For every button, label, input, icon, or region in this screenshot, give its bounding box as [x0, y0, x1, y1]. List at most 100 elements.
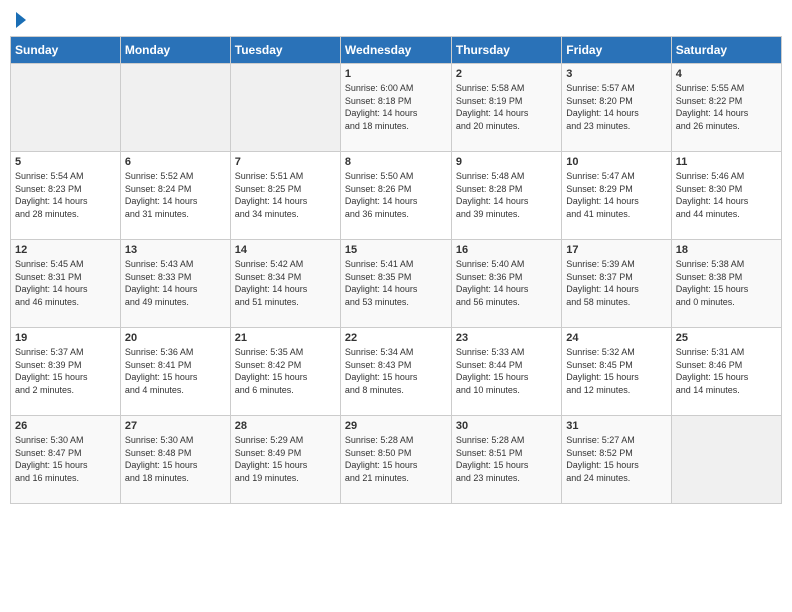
calendar-table: SundayMondayTuesdayWednesdayThursdayFrid…	[10, 36, 782, 504]
calendar-cell: 9Sunrise: 5:48 AM Sunset: 8:28 PM Daylig…	[451, 152, 561, 240]
day-number: 1	[345, 68, 447, 80]
day-info: Sunrise: 5:52 AM Sunset: 8:24 PM Dayligh…	[125, 170, 226, 220]
day-info: Sunrise: 5:30 AM Sunset: 8:47 PM Dayligh…	[15, 434, 116, 484]
calendar-cell: 22Sunrise: 5:34 AM Sunset: 8:43 PM Dayli…	[340, 328, 451, 416]
calendar-cell: 23 Sunrise: 5:33 AM Sunset: 8:44 PM Dayli…	[451, 328, 561, 416]
day-number: 10	[566, 156, 666, 168]
day-number: 20	[125, 332, 226, 344]
day-number: 18	[676, 244, 777, 256]
calendar-week-4: 19 Sunrise: 5:37 AM Sunset: 8:39 PM Dayli…	[11, 328, 782, 416]
calendar-week-5: 26Sunrise: 5:30 AM Sunset: 8:47 PM Dayli…	[11, 416, 782, 504]
day-header-monday: Monday	[120, 37, 230, 64]
day-number: 6	[125, 156, 226, 168]
calendar-cell: 17Sunrise: 5:39 AM Sunset: 8:37 PM Dayli…	[562, 240, 671, 328]
day-number: 5	[15, 156, 116, 168]
day-number: 13	[125, 244, 226, 256]
calendar-cell	[11, 64, 121, 152]
day-info: Sunrise: 5:42 AM Sunset: 8:34 PM Dayligh…	[235, 258, 336, 308]
calendar-cell	[230, 64, 340, 152]
calendar-cell: 12 Sunrise: 5:45 AM Sunset: 8:31 PM Dayli…	[11, 240, 121, 328]
calendar-cell: 26Sunrise: 5:30 AM Sunset: 8:47 PM Dayli…	[11, 416, 121, 504]
day-info: Sunrise: 5:46 AM Sunset: 8:30 PM Dayligh…	[676, 170, 777, 220]
day-info: Sunrise: 5:28 AM Sunset: 8:51 PM Dayligh…	[456, 434, 557, 484]
day-info: Sunrise: 5:58 AM Sunset: 8:19 PM Dayligh…	[456, 82, 557, 132]
day-info: Sunrise: 5:27 AM Sunset: 8:52 PM Dayligh…	[566, 434, 666, 484]
day-number: 30	[456, 420, 557, 432]
day-info: Sunrise: 5:40 AM Sunset: 8:36 PM Dayligh…	[456, 258, 557, 308]
calendar-week-1: 1 Sunrise: 6:00 AM Sunset: 8:18 PM Daylig…	[11, 64, 782, 152]
day-number: 14	[235, 244, 336, 256]
day-number: 28	[235, 420, 336, 432]
day-number: 19	[15, 332, 116, 344]
logo-arrow-icon	[16, 12, 26, 28]
day-number: 11	[676, 156, 777, 168]
day-number: 21	[235, 332, 336, 344]
calendar-cell: 4 Sunrise: 5:55 AM Sunset: 8:22 PM Daylig…	[671, 64, 781, 152]
calendar-cell: 7Sunrise: 5:51 AM Sunset: 8:25 PM Daylig…	[230, 152, 340, 240]
day-header-thursday: Thursday	[451, 37, 561, 64]
calendar-week-2: 5 Sunrise: 5:54 AM Sunset: 8:23 PM Daylig…	[11, 152, 782, 240]
day-header-saturday: Saturday	[671, 37, 781, 64]
calendar-cell: 16 Sunrise: 5:40 AM Sunset: 8:36 PM Dayli…	[451, 240, 561, 328]
day-info: Sunrise: 5:43 AM Sunset: 8:33 PM Dayligh…	[125, 258, 226, 308]
day-info: Sunrise: 6:00 AM Sunset: 8:18 PM Dayligh…	[345, 82, 447, 132]
calendar-cell: 18 Sunrise: 5:38 AM Sunset: 8:38 PM Dayli…	[671, 240, 781, 328]
day-number: 12	[15, 244, 116, 256]
day-info: Sunrise: 5:38 AM Sunset: 8:38 PM Dayligh…	[676, 258, 777, 308]
day-info: Sunrise: 5:31 AM Sunset: 8:46 PM Dayligh…	[676, 346, 777, 396]
day-info: Sunrise: 5:50 AM Sunset: 8:26 PM Dayligh…	[345, 170, 447, 220]
day-info: Sunrise: 5:55 AM Sunset: 8:22 PM Dayligh…	[676, 82, 777, 132]
day-info: Sunrise: 5:35 AM Sunset: 8:42 PM Dayligh…	[235, 346, 336, 396]
calendar-cell: 29 Sunrise: 5:28 AM Sunset: 8:50 PM Dayli…	[340, 416, 451, 504]
calendar-cell: 21 Sunrise: 5:35 AM Sunset: 8:42 PM Dayli…	[230, 328, 340, 416]
calendar-cell: 2 Sunrise: 5:58 AM Sunset: 8:19 PM Daylig…	[451, 64, 561, 152]
calendar-cell: 10Sunrise: 5:47 AM Sunset: 8:29 PM Dayli…	[562, 152, 671, 240]
day-info: Sunrise: 5:57 AM Sunset: 8:20 PM Dayligh…	[566, 82, 666, 132]
calendar-body: 1 Sunrise: 6:00 AM Sunset: 8:18 PM Daylig…	[11, 64, 782, 504]
calendar-cell: 19 Sunrise: 5:37 AM Sunset: 8:39 PM Dayli…	[11, 328, 121, 416]
calendar-cell: 30 Sunrise: 5:28 AM Sunset: 8:51 PM Dayli…	[451, 416, 561, 504]
day-number: 31	[566, 420, 666, 432]
day-number: 23	[456, 332, 557, 344]
calendar-cell: 5 Sunrise: 5:54 AM Sunset: 8:23 PM Daylig…	[11, 152, 121, 240]
calendar-cell: 20 Sunrise: 5:36 AM Sunset: 8:41 PM Dayli…	[120, 328, 230, 416]
day-header-tuesday: Tuesday	[230, 37, 340, 64]
calendar-cell: 31 Sunrise: 5:27 AM Sunset: 8:52 PM Dayli…	[562, 416, 671, 504]
day-info: Sunrise: 5:30 AM Sunset: 8:48 PM Dayligh…	[125, 434, 226, 484]
logo	[14, 10, 26, 28]
day-info: Sunrise: 5:54 AM Sunset: 8:23 PM Dayligh…	[15, 170, 116, 220]
day-number: 7	[235, 156, 336, 168]
day-info: Sunrise: 5:36 AM Sunset: 8:41 PM Dayligh…	[125, 346, 226, 396]
day-number: 29	[345, 420, 447, 432]
calendar-cell: 27 Sunrise: 5:30 AM Sunset: 8:48 PM Dayli…	[120, 416, 230, 504]
calendar-cell: 14 Sunrise: 5:42 AM Sunset: 8:34 PM Dayli…	[230, 240, 340, 328]
calendar-cell: 6 Sunrise: 5:52 AM Sunset: 8:24 PM Daylig…	[120, 152, 230, 240]
day-header-wednesday: Wednesday	[340, 37, 451, 64]
day-header-sunday: Sunday	[11, 37, 121, 64]
day-info: Sunrise: 5:37 AM Sunset: 8:39 PM Dayligh…	[15, 346, 116, 396]
calendar-cell: 24 Sunrise: 5:32 AM Sunset: 8:45 PM Dayli…	[562, 328, 671, 416]
day-info: Sunrise: 5:28 AM Sunset: 8:50 PM Dayligh…	[345, 434, 447, 484]
day-number: 9	[456, 156, 557, 168]
day-info: Sunrise: 5:45 AM Sunset: 8:31 PM Dayligh…	[15, 258, 116, 308]
calendar-cell: 28 Sunrise: 5:29 AM Sunset: 8:49 PM Dayli…	[230, 416, 340, 504]
day-number: 3	[566, 68, 666, 80]
day-info: Sunrise: 5:29 AM Sunset: 8:49 PM Dayligh…	[235, 434, 336, 484]
calendar-cell: 25Sunrise: 5:31 AM Sunset: 8:46 PM Dayli…	[671, 328, 781, 416]
day-info: Sunrise: 5:34 AM Sunset: 8:43 PM Dayligh…	[345, 346, 447, 396]
day-number: 4	[676, 68, 777, 80]
day-info: Sunrise: 5:33 AM Sunset: 8:44 PM Dayligh…	[456, 346, 557, 396]
calendar-cell: 15Sunrise: 5:41 AM Sunset: 8:35 PM Dayli…	[340, 240, 451, 328]
day-number: 16	[456, 244, 557, 256]
calendar-cell: 11 Sunrise: 5:46 AM Sunset: 8:30 PM Dayli…	[671, 152, 781, 240]
day-number: 2	[456, 68, 557, 80]
day-info: Sunrise: 5:32 AM Sunset: 8:45 PM Dayligh…	[566, 346, 666, 396]
calendar-cell: 13 Sunrise: 5:43 AM Sunset: 8:33 PM Dayli…	[120, 240, 230, 328]
day-number: 17	[566, 244, 666, 256]
calendar-cell	[120, 64, 230, 152]
calendar-week-3: 12 Sunrise: 5:45 AM Sunset: 8:31 PM Dayli…	[11, 240, 782, 328]
day-number: 24	[566, 332, 666, 344]
calendar-cell: 8Sunrise: 5:50 AM Sunset: 8:26 PM Daylig…	[340, 152, 451, 240]
day-number: 27	[125, 420, 226, 432]
calendar-header-row: SundayMondayTuesdayWednesdayThursdayFrid…	[11, 37, 782, 64]
